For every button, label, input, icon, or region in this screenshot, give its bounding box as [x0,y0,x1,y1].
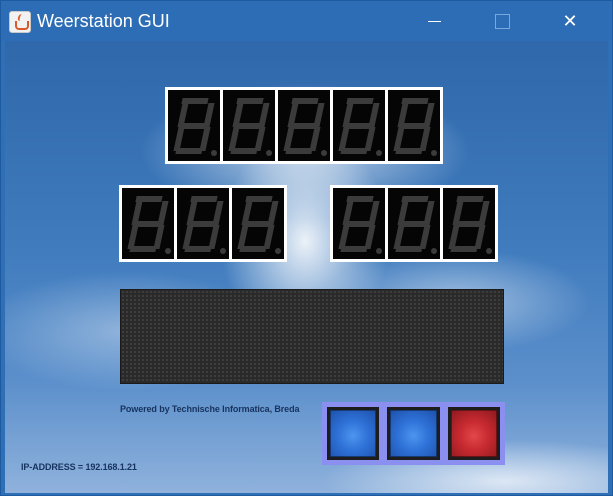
segment-g [398,221,426,227]
decimal-point [275,248,281,254]
seven-segment-digit [122,188,174,259]
seven-segment-digit [333,90,385,161]
decimal-point [165,248,171,254]
blue-button-1[interactable] [327,407,380,460]
red-button[interactable] [447,407,500,460]
seven-segment-digit [177,188,229,259]
minimize-button[interactable] [411,1,457,41]
blue-button-face [330,410,377,457]
segment-g [178,123,206,129]
seven-segment-digit [333,188,385,259]
minimize-icon [427,20,441,22]
segment-g [187,221,215,227]
left-seven-segment-display [119,185,287,262]
seven-segment-digit [168,90,220,161]
dot-matrix-display [120,289,504,384]
maximize-icon [494,13,510,29]
seven-segment-digit [232,188,284,259]
segment-g [453,221,481,227]
decimal-point [321,150,327,156]
powered-by-label: Powered by Technische Informatica, Breda [120,404,300,414]
decimal-point [266,150,272,156]
close-icon: ✕ [562,10,578,32]
blue-button-2[interactable] [387,407,440,460]
segment-g [343,123,371,129]
blue-button-face [390,410,437,457]
segment-g [242,221,270,227]
segment-g [233,123,261,129]
seven-segment-digit [278,90,330,161]
seven-segment-digit [443,188,495,259]
window-title: Weerstation GUI [37,11,170,31]
segment-g [132,221,160,227]
button-panel [322,402,505,465]
close-button[interactable]: ✕ [547,1,593,41]
segment-g [288,123,316,129]
seven-segment-digit [388,90,440,161]
decimal-point [376,150,382,156]
segment-g [398,123,426,129]
maximize-button[interactable] [479,1,525,41]
red-button-face [450,410,497,457]
top-seven-segment-display [165,87,443,164]
decimal-point [486,248,492,254]
decimal-point [431,150,437,156]
java-cup-icon [9,11,31,33]
seven-segment-digit [388,188,440,259]
seven-segment-digit [223,90,275,161]
right-seven-segment-display [330,185,498,262]
decimal-point [211,150,217,156]
decimal-point [220,248,226,254]
weather-station-panel: Powered by Technische Informatica, Breda… [5,41,608,493]
app-window: Weerstation GUI ✕ Powered by Technische … [0,0,613,496]
decimal-point [431,248,437,254]
segment-g [343,221,371,227]
decimal-point [376,248,382,254]
title-bar[interactable]: Weerstation GUI ✕ [1,1,612,41]
ip-address-label: IP-ADDRESS = 192.168.1.21 [21,462,137,472]
